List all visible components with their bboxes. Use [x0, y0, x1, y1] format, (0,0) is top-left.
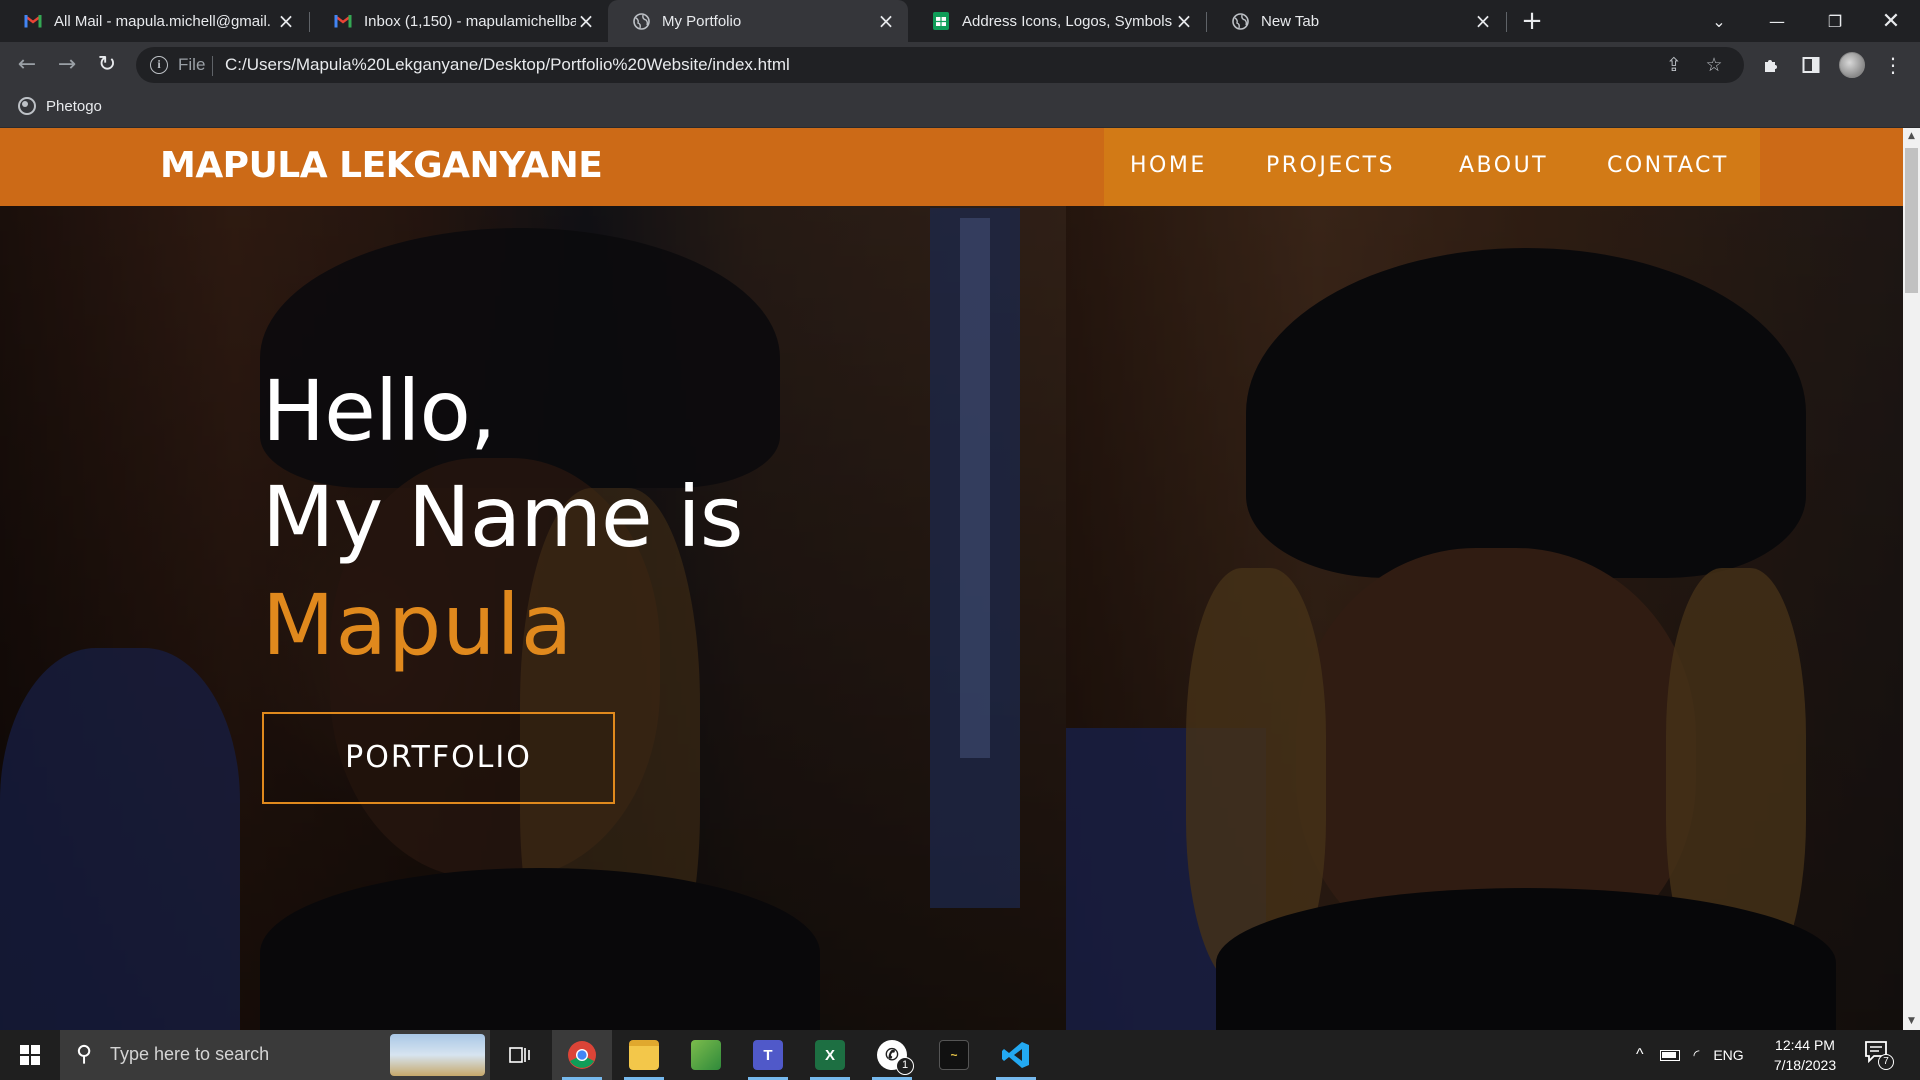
taskbar-photos[interactable] [676, 1030, 736, 1080]
portfolio-button[interactable]: PORTFOLIO [262, 712, 615, 804]
taskbar-chrome[interactable] [552, 1030, 612, 1080]
windows-taskbar: ⚲ Type here to search T X ✆ 1 ~ ^ ◜ ENG … [0, 1030, 1920, 1080]
tab-my-portfolio[interactable]: My Portfolio × [608, 0, 908, 42]
taskbar-app[interactable]: ~ [924, 1030, 984, 1080]
hero-name: Mapula [262, 576, 574, 674]
excel-icon: X [815, 1040, 845, 1070]
bookmarks-bar: Phetogo [0, 88, 1920, 128]
taskbar-excel[interactable]: X [800, 1030, 860, 1080]
nav-contact[interactable]: CONTACT [1607, 153, 1729, 178]
gmail-icon [24, 12, 42, 30]
tab-separator [1506, 12, 1507, 32]
notification-button[interactable]: 7 [1864, 1040, 1894, 1070]
share-icon[interactable]: ⇪ [1662, 53, 1686, 77]
whatsapp-badge: 1 [896, 1057, 914, 1075]
nav-projects[interactable]: PROJECTS [1266, 153, 1395, 178]
task-view-button[interactable] [490, 1030, 550, 1080]
nav-about[interactable]: ABOUT [1459, 153, 1548, 178]
bookmark-star-icon[interactable]: ☆ [1702, 53, 1726, 77]
taskbar-vscode[interactable] [986, 1030, 1046, 1080]
window-close-button[interactable]: ✕ [1862, 0, 1920, 42]
profile-avatar[interactable] [1839, 52, 1865, 78]
tab-title: My Portfolio [662, 12, 742, 30]
site-navbar: MAPULA LEKGANYANE HOME PROJECTS ABOUT CO… [0, 128, 1903, 206]
url-text[interactable]: C:/Users/Mapula%20Lekganyane/Desktop/Por… [225, 55, 790, 75]
side-panel-icon[interactable] [1796, 50, 1826, 80]
bookmark-phetogo[interactable]: Phetogo [18, 97, 102, 115]
app-icon: ~ [939, 1040, 969, 1070]
globe-icon [632, 12, 650, 30]
globe-icon [18, 97, 36, 115]
extensions-icon[interactable] [1756, 50, 1786, 80]
scroll-thumb[interactable] [1905, 148, 1918, 293]
close-icon[interactable]: × [1473, 11, 1493, 31]
minimize-button[interactable]: — [1748, 0, 1806, 42]
tab-inbox[interactable]: Inbox (1,150) - mapulamichellbar × [310, 0, 608, 42]
vscode-icon [1002, 1042, 1029, 1068]
search-icon: ⚲ [76, 1042, 93, 1067]
scroll-up-arrow-icon[interactable]: ▲ [1903, 128, 1920, 145]
file-explorer-icon [629, 1040, 659, 1070]
clock-time: 12:44 PM [1775, 1037, 1835, 1053]
hero-greeting: Hello, [262, 362, 497, 460]
clock[interactable]: 12:44 PM 7/18/2023 [1760, 1035, 1850, 1075]
system-tray: ^ ◜ ENG [1636, 1030, 1744, 1080]
address-bar[interactable]: i File C:/Users/Mapula%20Lekganyane/Desk… [136, 47, 1744, 83]
sheets-icon [932, 12, 950, 30]
taskbar-search[interactable]: ⚲ Type here to search [60, 1030, 490, 1080]
address-separator [212, 56, 213, 76]
search-highlight-image [390, 1034, 485, 1076]
language-indicator[interactable]: ENG [1713, 1047, 1743, 1063]
close-icon[interactable]: × [876, 11, 896, 31]
page-viewport: MAPULA LEKGANYANE HOME PROJECTS ABOUT CO… [0, 128, 1903, 1030]
taskbar-whatsapp[interactable]: ✆ 1 [862, 1030, 922, 1080]
info-icon[interactable]: i [150, 56, 168, 74]
tab-title: All Mail - mapula.michell@gmail. [54, 12, 271, 30]
restore-button[interactable]: ❐ [1806, 0, 1864, 42]
chrome-icon [568, 1041, 596, 1069]
site-brand[interactable]: MAPULA LEKGANYANE [160, 145, 603, 186]
gmail-icon [334, 12, 352, 30]
taskbar-file-explorer[interactable] [614, 1030, 674, 1080]
start-button[interactable] [0, 1030, 60, 1080]
tab-title: New Tab [1261, 12, 1320, 30]
wifi-icon[interactable]: ◜ [1694, 1046, 1700, 1064]
tab-search-chevron-icon[interactable]: ⌄ [1690, 0, 1748, 42]
tab-title: Inbox (1,150) - mapulamichellbar [364, 12, 576, 30]
chevron-up-icon[interactable]: ^ [1636, 1046, 1644, 1064]
close-icon[interactable]: × [1174, 11, 1194, 31]
photos-icon [691, 1040, 721, 1070]
search-placeholder: Type here to search [110, 1044, 270, 1064]
battery-icon[interactable] [1659, 1049, 1680, 1061]
scroll-down-arrow-icon[interactable]: ▼ [1903, 1013, 1920, 1030]
taskbar-teams[interactable]: T [738, 1030, 798, 1080]
teams-icon: T [753, 1040, 783, 1070]
clock-date: 7/18/2023 [1773, 1057, 1837, 1073]
windows-logo-icon [20, 1045, 40, 1065]
tab-title: Address Icons, Logos, Symbols – [962, 12, 1174, 30]
tab-address-icons[interactable]: Address Icons, Logos, Symbols – × [908, 0, 1206, 42]
new-tab-button[interactable]: + [1518, 8, 1546, 36]
notification-count: 7 [1878, 1054, 1894, 1070]
reload-button[interactable]: ↻ [92, 50, 122, 80]
tab-all-mail[interactable]: All Mail - mapula.michell@gmail. × [0, 0, 308, 42]
scheme-label: File [178, 55, 206, 74]
forward-button[interactable]: → [52, 50, 82, 80]
nav-home[interactable]: HOME [1130, 153, 1207, 178]
close-icon[interactable]: × [576, 11, 596, 31]
tab-new-tab[interactable]: New Tab × [1207, 0, 1505, 42]
hero-intro: My Name is [262, 468, 744, 566]
globe-icon [1231, 12, 1249, 30]
page-scrollbar[interactable]: ▲ ▼ [1903, 128, 1920, 1030]
menu-kebab-icon[interactable]: ⋮ [1878, 50, 1908, 80]
browser-toolbar: ← → ↻ i File C:/Users/Mapula%20Lekganyan… [0, 42, 1920, 88]
tab-strip: All Mail - mapula.michell@gmail. × Inbox… [0, 0, 1920, 42]
close-icon[interactable]: × [276, 11, 296, 31]
back-button[interactable]: ← [12, 50, 42, 80]
bookmark-label: Phetogo [46, 97, 102, 115]
